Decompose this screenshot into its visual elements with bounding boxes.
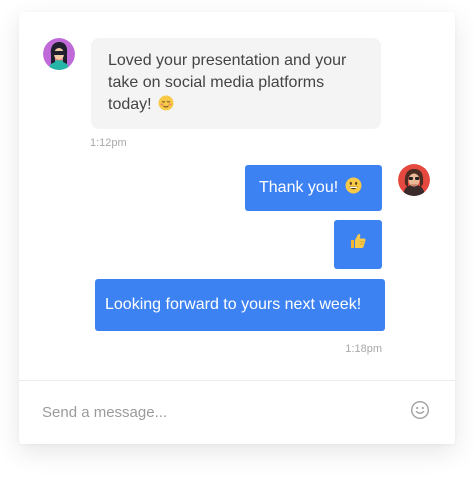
thumbs-up-emoji: [349, 232, 367, 257]
outgoing-timestamp: 1:18pm: [345, 343, 382, 355]
outgoing-message-bubble: Thank you!: [245, 165, 382, 211]
outgoing-message-bubble: Looking forward to yours next week!: [95, 279, 385, 331]
incoming-message-bubble: Loved your presentation and your take on…: [91, 38, 381, 129]
emoji-picker-button[interactable]: [410, 400, 430, 420]
sender-avatar[interactable]: [43, 38, 75, 70]
outgoing-message-text: Looking forward to yours next week!: [105, 296, 362, 313]
incoming-message-text: Loved your presentation and your take on…: [108, 52, 347, 113]
incoming-timestamp: 1:12pm: [90, 137, 127, 149]
relieved-face-emoji: [158, 95, 174, 118]
chat-window: Loved your presentation and your take on…: [19, 12, 455, 444]
grinning-face-emoji: [345, 177, 362, 201]
message-input[interactable]: [42, 401, 382, 423]
outgoing-message-text: Thank you!: [259, 179, 339, 196]
smiley-icon: [410, 400, 430, 420]
outgoing-emoji-bubble: [334, 220, 382, 269]
user-avatar[interactable]: [398, 164, 430, 196]
message-composer: [19, 381, 455, 444]
